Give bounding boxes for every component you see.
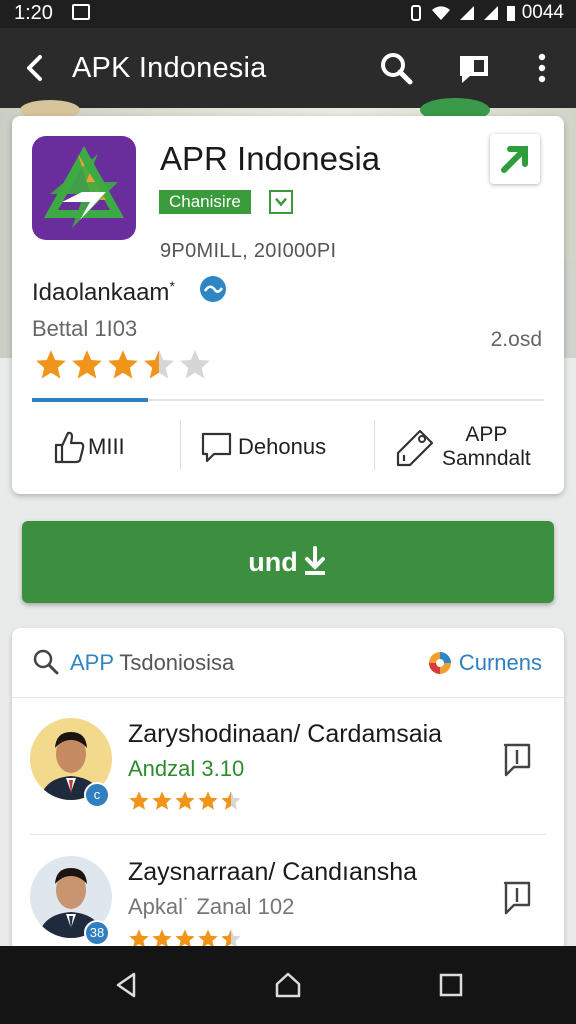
user-badge-icon: c <box>84 782 110 808</box>
star-icon <box>36 350 66 379</box>
current-filter-label: Curnens <box>458 650 542 675</box>
divider <box>30 834 546 835</box>
install-button[interactable]: und <box>22 521 554 603</box>
size-label: 2.osd <box>490 328 542 351</box>
reviews-search-rest: Tsdoniosisa <box>113 650 235 675</box>
status-clock-right: 0044 <box>521 2 564 23</box>
developer-name[interactable]: Idaolankaam* <box>32 278 175 307</box>
tag-icon <box>396 429 434 467</box>
status-time: 1:20 <box>14 2 53 24</box>
reviews-search-accent: APP <box>70 650 114 675</box>
thumb-up-icon <box>54 431 85 464</box>
nav-back-icon[interactable] <box>112 970 142 1000</box>
version-label: Bettal 1I03 <box>32 316 138 341</box>
release-date: 9P0MILL, 20I000PI <box>160 240 337 262</box>
category-chip[interactable]: Chanisire <box>159 190 251 214</box>
tag-label: APP Samndalt <box>442 423 531 470</box>
app-info-card: APR Indonesia Chanisire 9P0MILL, 20I000P… <box>12 116 564 494</box>
comment-icon <box>201 432 232 463</box>
status-bar: 1:20 0044 <box>0 0 576 28</box>
rating-stars <box>34 348 212 382</box>
app-bar: APK Indonesia <box>0 28 576 108</box>
star-icon <box>180 350 210 379</box>
star-icon <box>108 350 138 379</box>
review-item[interactable]: c Zaryshodinaan/ Cardamsaia Andzal 3.10 <box>12 698 564 830</box>
user-badge-icon: 38 <box>84 920 110 946</box>
reviews-header: APP Tsdoniosisa Curnens <box>12 628 564 698</box>
reviews-card: APP Tsdoniosisa Curnens c Zaryshodinaan/… <box>12 628 564 958</box>
back-arrow-icon[interactable] <box>18 50 54 86</box>
star-icon <box>198 791 218 810</box>
tab-indicator <box>32 398 544 402</box>
bookmark-flag-icon[interactable] <box>500 880 534 916</box>
reviewer-name: Zaryshodinaan/ Cardamsaia <box>128 720 443 748</box>
app-actions-row: MIII Dehonus APP Samndalt <box>12 412 564 482</box>
install-label: und <box>248 546 298 577</box>
page-title: APK Indonesia <box>72 52 267 84</box>
system-nav-bar <box>0 946 576 1024</box>
battery-icon <box>506 6 515 21</box>
comment-label: Dehonus <box>238 434 327 459</box>
signal-icon-2 <box>483 6 498 20</box>
divider <box>180 420 181 470</box>
current-filter[interactable]: Curnens <box>427 650 542 676</box>
tag-action[interactable]: APP Samndalt <box>394 412 531 482</box>
app-name: APR Indonesia <box>160 140 381 177</box>
reviewer-name: Zaysnarraan/ Candıansha <box>128 858 418 886</box>
reviewer-subtitle: Apkal˙ Zanal 102 <box>128 894 295 919</box>
search-icon[interactable] <box>32 648 60 676</box>
star-icon <box>72 350 102 379</box>
download-icon <box>304 546 325 575</box>
comment-action[interactable]: Dehonus <box>200 412 326 482</box>
wifi-icon <box>431 6 450 21</box>
overflow-menu-icon[interactable] <box>522 48 562 88</box>
search-icon[interactable] <box>376 48 416 88</box>
developer-name-text: Idaolankaam <box>32 279 170 306</box>
star-icon <box>144 350 174 379</box>
feedback-icon[interactable] <box>454 48 494 88</box>
bookmark-flag-icon[interactable] <box>500 742 534 778</box>
app-logo-icon <box>32 136 136 240</box>
star-icon <box>175 791 195 810</box>
star-icon <box>152 791 172 810</box>
star-icon <box>129 791 149 810</box>
nav-recents-icon[interactable] <box>436 970 466 1000</box>
nav-home-icon[interactable] <box>273 970 303 1000</box>
like-action[interactable]: MIII <box>52 412 125 482</box>
verified-badge-icon <box>200 276 226 302</box>
reviewer-subtitle: Andzal 3.10 <box>128 756 245 781</box>
chevron-down-icon[interactable] <box>269 190 293 214</box>
reviews-search-label[interactable]: APP Tsdoniosisa <box>70 650 234 676</box>
colorful-logo-icon <box>428 652 451 674</box>
tab-indicator-active <box>32 398 148 402</box>
like-label: MIII <box>88 434 125 459</box>
signal-icon <box>459 6 474 20</box>
developer-mark: * <box>169 278 175 294</box>
star-icon <box>221 791 241 810</box>
status-icons: 0044 <box>408 2 564 24</box>
image-notification-icon <box>72 4 90 20</box>
open-external-button[interactable] <box>490 134 540 184</box>
divider <box>374 420 375 470</box>
arrow-up-right-icon <box>501 146 528 173</box>
review-rating-stars <box>128 790 242 812</box>
vibrate-icon <box>410 5 421 21</box>
